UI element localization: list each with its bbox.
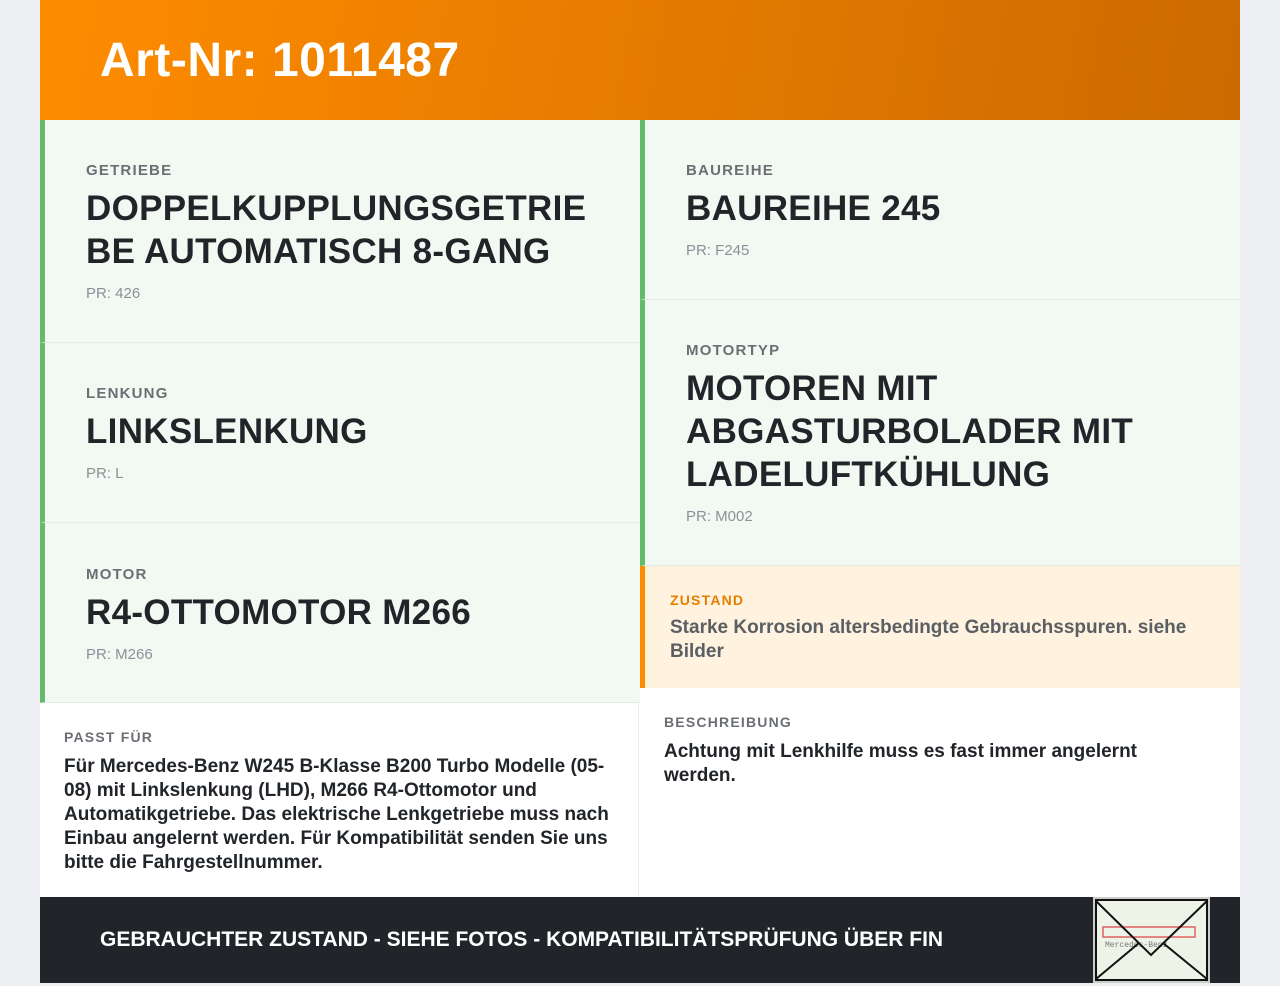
spec-label: BAUREIHE — [686, 162, 774, 179]
spec-value: R4-OTTOMOTOR M266 — [86, 593, 471, 632]
spec-pr: PR: 426 — [86, 285, 141, 302]
zustand-box: ZUSTAND Starke Korrosion altersbedingte … — [640, 566, 1240, 688]
zustand-text: Starke Korrosion altersbedingte Gebrauch… — [670, 617, 1187, 662]
article-number: Art-Nr: 1011487 — [100, 33, 460, 87]
spec-motor: MOTOR R4-OTTOMOTOR M266 PR: M266 — [40, 523, 640, 703]
spec-getriebe: GETRIEBE DOPPELKUPPLUNGSGETRIEBE AUTOMAT… — [40, 120, 640, 343]
product-card: Art-Nr: 1011487 GETRIEBE DOPPELKUPPLUNGS… — [40, 0, 1240, 983]
spec-lenkung: LENKUNG LINKSLENKUNG PR: L — [40, 343, 640, 523]
beschreibung-text: Achtung mit Lenkhilfe muss es fast immer… — [664, 741, 1137, 786]
spec-pr: PR: F245 — [686, 242, 750, 259]
passt-text: Für Mercedes-Benz W245 B-Klasse B200 Tur… — [64, 756, 609, 873]
spec-label: GETRIEBE — [86, 162, 173, 179]
passt-label: PASST FÜR — [64, 729, 154, 745]
spec-value: DOPPELKUPPLUNGSGETRIEBE AUTOMATISCH 8-GA… — [86, 189, 587, 271]
spec-label: MOTOR — [86, 566, 148, 583]
beschreibung: BESCHREIBUNG Achtung mit Lenkhilfe muss … — [640, 688, 1240, 897]
header: Art-Nr: 1011487 — [40, 0, 1240, 120]
spec-value: LINKSLENKUNG — [86, 412, 368, 451]
passt-fuer: PASST FÜR Für Mercedes-Benz W245 B-Klass… — [40, 703, 639, 897]
spec-baureihe: BAUREIHE BAUREIHE 245 PR: F245 — [640, 120, 1240, 300]
spec-pr: PR: M002 — [686, 508, 753, 525]
spec-label: MOTORTYP — [686, 342, 781, 359]
spec-pr: PR: M266 — [86, 646, 153, 663]
spec-value: BAUREIHE 245 — [686, 189, 941, 228]
vin-envelope-thumbnail[interactable]: Mercedes-Benz — [1093, 897, 1210, 983]
spec-value: MOTOREN MIT ABGASTURBOLADER MIT LADELUFT… — [686, 369, 1134, 494]
beschreibung-label: BESCHREIBUNG — [664, 714, 792, 730]
envelope-icon: Mercedes-Benz — [1095, 899, 1208, 981]
footer-banner: GEBRAUCHTER ZUSTAND - SIEHE FOTOS - KOMP… — [40, 897, 1240, 983]
spec-label: LENKUNG — [86, 385, 169, 402]
spec-motortyp: MOTORTYP MOTOREN MIT ABGASTURBOLADER MIT… — [640, 300, 1240, 566]
footer-text: GEBRAUCHTER ZUSTAND - SIEHE FOTOS - KOMP… — [100, 928, 944, 951]
zustand-label: ZUSTAND — [670, 592, 745, 608]
spec-pr: PR: L — [86, 465, 124, 482]
